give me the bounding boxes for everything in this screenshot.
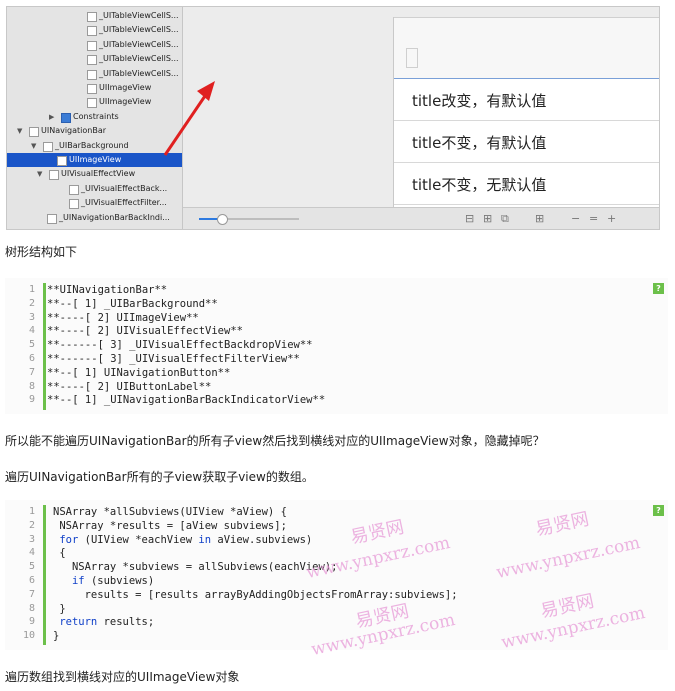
line-number: 6 [28, 575, 35, 586]
line-number: 5 [28, 339, 35, 351]
red-arrow-annotation [163, 81, 215, 156]
line-number: 4 [28, 325, 35, 337]
line-number: 3 [28, 311, 35, 323]
code-line: for (UIView *eachView in aView.subviews) [59, 533, 313, 546]
line-number: 9 [28, 616, 35, 628]
code-line: **------[ 3] _UIVisualEffectFilterView** [47, 353, 300, 365]
arrow-head [197, 81, 215, 101]
question-paragraph: 所以能不能遍历UINavigationBar的所有子view然后找到横线对应的U… [5, 434, 545, 448]
xcode-view-debugger-screenshot: _UITableViewCellS... _UITableViewCellS...… [6, 6, 660, 230]
code-line: { [53, 547, 66, 560]
code-line: **UINavigationBar** [47, 284, 168, 296]
hierarchy-code-block: ? 1 **UINavigationBar** 2 **--[ 1] _UIBarBa… [5, 278, 668, 414]
line-number: 7 [28, 588, 35, 600]
line-number: 2 [28, 297, 35, 309]
code-line: **------[ 3] _UIVisualEffectBackdropView… [47, 339, 313, 352]
code-line: **----[ 2] UIVisualEffectView** [47, 325, 243, 338]
code-line: **----[ 2] UIImageView** [47, 311, 199, 324]
line-number: 1 [28, 284, 35, 295]
line-number: 3 [28, 533, 35, 545]
code-line: **----[ 2] UIButtonLabel** [47, 380, 212, 393]
line-number: 10 [22, 630, 35, 642]
arrow-shaft [163, 92, 209, 156]
traverse-caption: 遍历UINavigationBar所有的子view获取子view的数组。 [5, 470, 314, 484]
code-gutter-bar [43, 283, 46, 410]
code-line: **--[ 1] _UINavigationBarBackIndicatorVi… [47, 394, 326, 407]
code-line: } [53, 630, 60, 643]
code-line: NSArray *allSubviews(UIView *aView) { [53, 506, 287, 518]
line-number: 9 [28, 394, 35, 406]
code-gutter-bar [43, 505, 46, 645]
line-number: 4 [28, 547, 35, 559]
tree-caption: 树形结构如下 [5, 245, 78, 259]
code-line: NSArray *subviews = allSubviews(eachView… [53, 561, 338, 574]
help-icon[interactable]: ? [653, 505, 664, 516]
code-line: return results; [59, 616, 155, 629]
line-number: 7 [28, 366, 35, 378]
line-number: 2 [28, 519, 35, 531]
line-number: 6 [28, 353, 35, 364]
code-line: } [53, 602, 66, 615]
watermark-url: www.ynpxrz.com [494, 532, 642, 584]
code-line: **--[ 1] _UIBarBackground** [47, 297, 218, 310]
watermark-text: 易贤网 [533, 508, 591, 541]
code-line: NSArray *results = [aView subviews]; [53, 519, 287, 532]
last-caption: 遍历数组找到横线对应的UIImageView对象 [5, 670, 240, 684]
code-line: **--[ 1] UINavigationButton** [47, 366, 231, 379]
code-line: if (subviews) [71, 575, 155, 587]
line-number: 1 [28, 506, 35, 517]
line-number: 8 [28, 602, 35, 614]
line-number: 8 [28, 380, 35, 392]
line-number: 5 [28, 561, 35, 573]
objc-code-block: ? 1 NSArray *allSubviews(UIView *aView) {… [5, 500, 668, 660]
help-icon[interactable]: ? [653, 283, 664, 294]
